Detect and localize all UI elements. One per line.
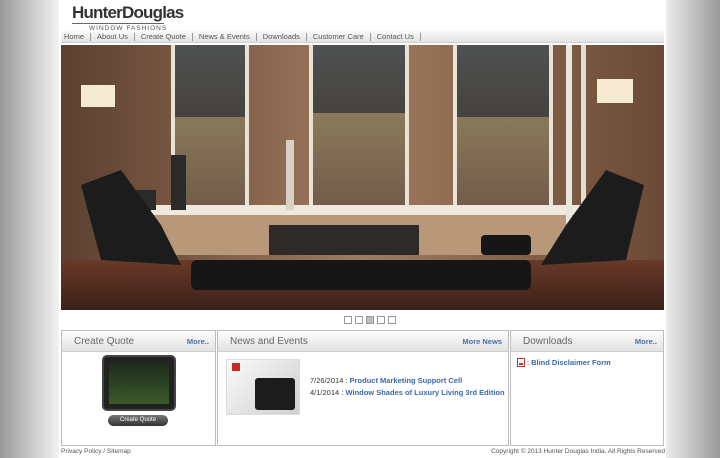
download-item: : Blind Disclaimer Form	[517, 358, 611, 367]
slider-dot-5[interactable]	[388, 316, 396, 324]
main-nav: Home About Us Create Quote News & Events…	[61, 31, 664, 43]
create-quote-header: Create Quote More..	[62, 331, 215, 352]
downloads-panel: Downloads More.. : Blind Disclaimer Form	[510, 330, 664, 446]
nav-customer-care[interactable]: Customer Care	[307, 32, 371, 41]
downloads-title: Downloads	[523, 336, 573, 347]
slider-pagination	[344, 316, 396, 324]
downloads-more-link[interactable]: More..	[635, 337, 657, 346]
logo-rule	[72, 23, 164, 24]
copyright-text: Copyright © 2013 Hunter Douglas India. A…	[491, 448, 665, 455]
nav-create-quote[interactable]: Create Quote	[135, 32, 193, 41]
slider-dot-1[interactable]	[344, 316, 352, 324]
slider-dot-2[interactable]	[355, 316, 363, 324]
pdf-icon	[517, 358, 525, 367]
nav-home[interactable]: Home	[61, 32, 92, 41]
create-quote-panel: Create Quote More.. Create Quote	[61, 330, 216, 446]
create-quote-more-link[interactable]: More..	[187, 337, 209, 346]
news-list: 7/26/2014 : Product Marketing Support Ce…	[310, 375, 508, 399]
slider-dot-3[interactable]	[366, 316, 374, 324]
nav-about-us[interactable]: About Us	[91, 32, 135, 41]
brand-logo[interactable]: HunterDouglas WINDOW FASHIONS	[72, 3, 184, 32]
more-news-link[interactable]: More News	[462, 337, 502, 346]
tablet-image[interactable]	[102, 355, 176, 411]
news-events-panel: News and Events More News 7/26/2014 : Pr…	[217, 330, 509, 446]
page-container: HunterDouglas WINDOW FASHIONS Home About…	[59, 0, 666, 458]
news-date: 4/1/2014 :	[310, 388, 344, 397]
footer-links[interactable]: Privacy Policy / Sitemap	[61, 448, 131, 455]
download-prefix: :	[527, 358, 530, 367]
news-link-product-marketing[interactable]: Product Marketing Support Cell	[350, 376, 463, 385]
brand-name: HunterDouglas	[72, 3, 184, 22]
nav-contact-us[interactable]: Contact Us	[371, 32, 421, 41]
hero-slider-image[interactable]	[61, 45, 664, 310]
news-events-title: News and Events	[230, 336, 308, 347]
news-link-window-shades[interactable]: Window Shades of Luxury Living 3rd Editi…	[345, 388, 504, 397]
nav-downloads[interactable]: Downloads	[257, 32, 307, 41]
news-date: 7/26/2014 :	[310, 376, 348, 385]
news-item: 4/1/2014 : Window Shades of Luxury Livin…	[310, 387, 508, 399]
nav-news-events[interactable]: News & Events	[193, 32, 257, 41]
download-link-blind-disclaimer[interactable]: Blind Disclaimer Form	[531, 358, 611, 367]
slider-dot-4[interactable]	[377, 316, 385, 324]
hero-living-room-illustration	[61, 45, 664, 310]
downloads-header: Downloads More..	[511, 331, 663, 352]
create-quote-button[interactable]: Create Quote	[108, 415, 168, 426]
news-thumbnail-image[interactable]	[226, 359, 300, 415]
create-quote-title: Create Quote	[74, 336, 135, 347]
news-events-header: News and Events More News	[218, 331, 508, 352]
news-item: 7/26/2014 : Product Marketing Support Ce…	[310, 375, 508, 387]
